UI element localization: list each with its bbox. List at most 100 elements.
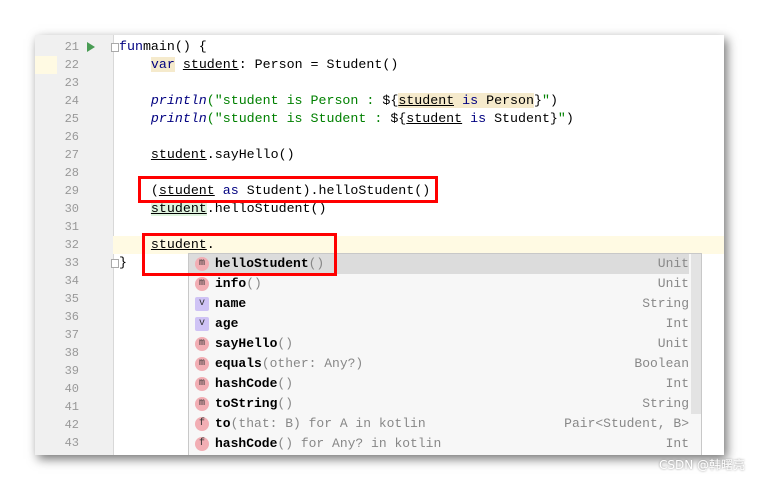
completion-type: Unit bbox=[657, 336, 689, 351]
code-editor-window: 21 22 23 24 25 26 27 28 29 30 31 32 33 34 35 36 37 38 39 40… bbox=[35, 35, 724, 455]
code-line: println("student is Student : ${student … bbox=[119, 110, 724, 128]
completion-name: hashCode bbox=[215, 436, 278, 451]
code-token: main() { bbox=[142, 39, 207, 54]
line-number: 36 bbox=[64, 310, 79, 324]
code-token: fun bbox=[119, 39, 143, 54]
code-token: ) bbox=[549, 93, 558, 108]
completion-item[interactable]: m equals(other: Any?) Boolean bbox=[189, 354, 689, 374]
method-icon: m bbox=[195, 377, 209, 391]
code-token: println bbox=[150, 111, 207, 126]
completion-name: sayHello bbox=[215, 336, 278, 351]
line-number: 33 bbox=[64, 256, 79, 270]
code-token: ("student is Student : bbox=[206, 111, 391, 126]
code-token: is bbox=[470, 111, 487, 126]
line-number: 24 bbox=[64, 94, 79, 108]
line-number: 35 bbox=[64, 292, 79, 306]
completion-name: equals bbox=[215, 356, 262, 371]
completion-item[interactable]: f to(that: B) for A in kotlin Pair<Student… bbox=[189, 414, 689, 434]
completion-signature: (other: Any?) bbox=[261, 356, 364, 371]
variable-icon: v bbox=[195, 317, 209, 331]
completion-name: name bbox=[215, 296, 247, 311]
code-line: student.sayHello() bbox=[119, 146, 724, 164]
code-line: var student: Person = Student() bbox=[119, 56, 724, 74]
fold-icon[interactable] bbox=[111, 259, 119, 268]
line-number: 26 bbox=[64, 130, 79, 144]
code-token: ) bbox=[565, 111, 574, 126]
highlight-box-cast bbox=[138, 176, 438, 203]
line-number: 28 bbox=[64, 166, 79, 180]
completion-type: Int bbox=[665, 436, 689, 451]
run-icon[interactable] bbox=[87, 42, 95, 52]
completion-name: toString bbox=[215, 396, 278, 411]
line-number: 39 bbox=[64, 364, 79, 378]
code-token: " bbox=[557, 111, 566, 126]
line-number: 41 bbox=[64, 400, 79, 414]
line-number: 37 bbox=[64, 328, 79, 342]
code-token: Student} bbox=[486, 111, 558, 126]
completion-item[interactable]: v name String bbox=[189, 294, 689, 314]
completion-item[interactable]: m sayHello() Unit bbox=[189, 334, 689, 354]
code-token: var bbox=[150, 57, 175, 72]
code-token: .sayHello() bbox=[206, 147, 295, 162]
line-number: 27 bbox=[64, 148, 79, 162]
completion-name: hashCode bbox=[215, 376, 278, 391]
completion-type: Int bbox=[665, 316, 689, 331]
fold-icon[interactable] bbox=[111, 43, 119, 52]
completion-name: info bbox=[215, 276, 247, 291]
code-token: .helloStudent() bbox=[206, 201, 327, 216]
completion-item[interactable]: m toString() String bbox=[189, 394, 689, 414]
completion-popup: m helloStudent() Unit m info() Unit v name Strin… bbox=[188, 253, 702, 455]
method-icon: m bbox=[195, 397, 209, 411]
code-token: student bbox=[150, 201, 207, 216]
code-token: student bbox=[398, 93, 455, 108]
completion-type: Pair<Student, B> bbox=[564, 416, 689, 431]
code-token: ("student is Person : bbox=[206, 93, 383, 108]
completion-signature: () bbox=[246, 276, 262, 291]
line-number: 31 bbox=[64, 220, 79, 234]
line-number: 23 bbox=[64, 76, 79, 90]
completion-type: Int bbox=[665, 376, 689, 391]
completion-signature: () bbox=[277, 336, 294, 351]
line-number: 29 bbox=[64, 184, 79, 198]
completion-item[interactable]: m hashCode() Int bbox=[189, 374, 689, 394]
code-token: ${ bbox=[382, 93, 399, 108]
completion-signature: () for Any? in kotlin bbox=[277, 436, 442, 451]
code-token: } bbox=[533, 93, 542, 108]
line-number: 40 bbox=[64, 382, 79, 396]
completion-type: Unit bbox=[657, 276, 689, 291]
code-line: funmain() { bbox=[119, 38, 724, 56]
line-number: 34 bbox=[64, 274, 79, 288]
highlight-box-completion bbox=[142, 233, 337, 276]
code-token: } bbox=[119, 255, 127, 270]
completion-item[interactable]: v age Int bbox=[189, 314, 689, 334]
completion-signature: () bbox=[277, 396, 294, 411]
code-token: Person bbox=[478, 93, 534, 108]
code-token bbox=[454, 93, 463, 108]
popup-scrollbar[interactable] bbox=[691, 254, 701, 414]
code-token: : Person = Student() bbox=[238, 57, 399, 72]
code-token: ${ bbox=[390, 111, 407, 126]
code-token: student bbox=[406, 111, 463, 126]
completion-type: Boolean bbox=[634, 356, 689, 371]
line-number: 22 bbox=[64, 58, 79, 72]
completion-name: to bbox=[215, 416, 231, 431]
completion-item[interactable]: f hashCode() for Any? in kotlin Int bbox=[189, 434, 689, 454]
variable-icon: v bbox=[195, 297, 209, 311]
completion-name: age bbox=[215, 316, 239, 331]
completion-item[interactable]: m info() Unit bbox=[189, 274, 689, 294]
gutter-marker bbox=[35, 56, 57, 74]
completion-type: String bbox=[642, 396, 689, 411]
line-number: 25 bbox=[64, 112, 79, 126]
completion-signature: (that: B) for A in kotlin bbox=[230, 416, 426, 431]
code-token: student bbox=[182, 57, 239, 72]
completion-type: String bbox=[642, 296, 689, 311]
line-number: 30 bbox=[64, 202, 79, 216]
code-token: is bbox=[462, 93, 479, 108]
